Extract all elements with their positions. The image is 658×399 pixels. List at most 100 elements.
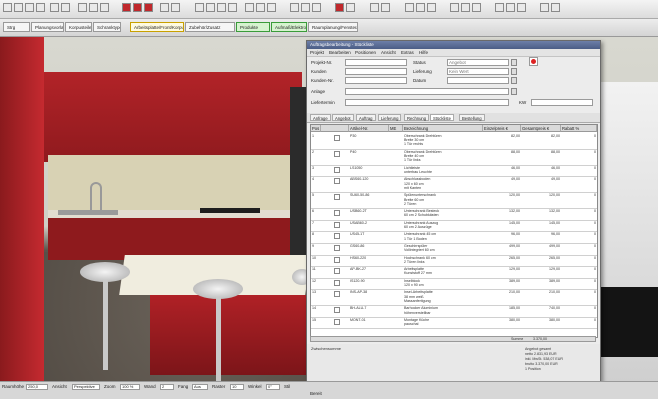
- menu-bearbeiten[interactable]: Bearbeiten: [329, 49, 351, 56]
- anlage-browse-button[interactable]: [511, 88, 517, 95]
- calc-icon[interactable]: [506, 3, 515, 12]
- tab-lieferung[interactable]: Lieferung: [378, 114, 402, 121]
- status-raumhoehe-value[interactable]: 250,0: [26, 384, 48, 390]
- row-checkbox[interactable]: [334, 233, 340, 240]
- material-icon[interactable]: [335, 3, 344, 12]
- table-row[interactable]: 1 P30 Oberschrank Drehtüren Breite 30 cm 1…: [311, 133, 597, 150]
- cabinet-red-icon[interactable]: [122, 3, 131, 12]
- open-file-icon[interactable]: [14, 3, 23, 12]
- menu-ansicht[interactable]: Ansicht: [381, 49, 396, 56]
- tab-angebot[interactable]: Angebot: [332, 114, 354, 121]
- col-einzelpreis[interactable]: Einzelpreis €: [483, 125, 521, 132]
- status-zoom-value[interactable]: 100 %: [120, 384, 140, 390]
- undo-icon[interactable]: [50, 3, 59, 12]
- datum-picker-button[interactable]: [511, 77, 517, 84]
- cabinet-red-2-icon[interactable]: [133, 3, 142, 12]
- tab-bestellung[interactable]: Bestellung: [459, 114, 485, 121]
- tab-zubehoer[interactable]: Zubehör/Zusatz: [185, 22, 235, 32]
- tab-produkte[interactable]: Produkte: [236, 22, 270, 32]
- table-row[interactable]: 2 P40 Oberschrank Drehtüren Breite 40 cm 1…: [311, 149, 597, 166]
- measure-icon[interactable]: [370, 3, 379, 12]
- tab-arbeitsplatte[interactable]: Arbeitsplatte/Front/Korpus: [130, 22, 184, 32]
- order-icon[interactable]: [517, 3, 526, 12]
- tab-anfrage[interactable]: Anfrage: [310, 114, 331, 121]
- tab-stueckliste[interactable]: Stückliste: [430, 114, 454, 121]
- menu-extras[interactable]: Extras: [401, 49, 414, 56]
- table-row[interactable]: 4 ABS60-120 Abschlussboden 120 x 60 cm mit…: [311, 176, 597, 194]
- snap-icon[interactable]: [171, 3, 180, 12]
- delete-icon[interactable]: [529, 57, 538, 66]
- liefertermin-field[interactable]: [345, 99, 509, 106]
- zoom-icon[interactable]: [195, 3, 204, 12]
- col-me[interactable]: ME: [389, 125, 403, 132]
- view-front-icon[interactable]: [301, 3, 310, 12]
- tab-aufmass[interactable]: Aufmaß/Elektro: [271, 22, 307, 32]
- col-check[interactable]: [321, 125, 349, 132]
- door-icon[interactable]: [416, 3, 425, 12]
- row-checkbox[interactable]: [334, 318, 340, 325]
- status-winkel-value[interactable]: 0°: [266, 384, 280, 390]
- rotate-icon[interactable]: [100, 3, 109, 12]
- window-icon[interactable]: [427, 3, 436, 12]
- kundennr-field[interactable]: [345, 77, 407, 84]
- table-row[interactable]: 5 SU60-50-86 Spülenunterschrank Breite 60 …: [311, 192, 597, 210]
- cabinet-red-3-icon[interactable]: [144, 3, 153, 12]
- help-icon[interactable]: [551, 3, 560, 12]
- texture-icon[interactable]: [346, 3, 355, 12]
- lieferung-dropdown-button[interactable]: [511, 68, 517, 75]
- tab-schranktypen[interactable]: Schranktypen: [93, 22, 121, 32]
- tab-strg[interactable]: Strg: [3, 22, 30, 32]
- row-checkbox[interactable]: [334, 291, 340, 298]
- row-checkbox[interactable]: [334, 210, 340, 217]
- list-icon[interactable]: [495, 3, 504, 12]
- view-side-icon[interactable]: [312, 3, 321, 12]
- zoom-out-icon[interactable]: [217, 3, 226, 12]
- row-checkbox[interactable]: [334, 256, 340, 263]
- tab-auftrag[interactable]: Auftrag: [356, 114, 376, 121]
- print-icon[interactable]: [36, 3, 45, 12]
- photo-icon[interactable]: [461, 3, 470, 12]
- status-raster-value[interactable]: 10: [230, 384, 244, 390]
- menu-positionen[interactable]: Positionen: [355, 49, 376, 56]
- row-checkbox[interactable]: [334, 221, 340, 228]
- grid-icon[interactable]: [160, 3, 169, 12]
- new-file-icon[interactable]: [3, 3, 12, 12]
- row-checkbox[interactable]: [334, 279, 340, 286]
- row-checkbox[interactable]: [334, 307, 340, 314]
- status-ansicht-value[interactable]: Perspektive: [72, 384, 100, 390]
- row-checkbox[interactable]: [334, 150, 340, 157]
- status-dropdown-button[interactable]: [511, 59, 517, 66]
- row-checkbox[interactable]: [334, 194, 340, 201]
- lieferung-field[interactable]: Kein Wert: [447, 68, 509, 75]
- col-artikel[interactable]: Artikel-Nr.: [349, 125, 389, 132]
- zoom-in-icon[interactable]: [206, 3, 215, 12]
- table-row[interactable]: 13 INS-AP-38 Insel-Arbeitsplatte 38 mm wei…: [311, 289, 597, 307]
- projekt-nr-field[interactable]: [345, 59, 407, 66]
- tab-planungsvorlagen[interactable]: Planungsvorlagen: [31, 22, 64, 32]
- video-icon[interactable]: [472, 3, 481, 12]
- redo-icon[interactable]: [61, 3, 70, 12]
- tab-raumplanung[interactable]: Raumplanung/Fenster/Türen: [308, 22, 358, 32]
- dimension-icon[interactable]: [381, 3, 390, 12]
- status-fang-value[interactable]: Aus: [192, 384, 208, 390]
- select-icon[interactable]: [78, 3, 87, 12]
- wall-icon[interactable]: [405, 3, 414, 12]
- row-checkbox[interactable]: [334, 178, 340, 185]
- settings-icon[interactable]: [540, 3, 549, 12]
- menu-hilfe[interactable]: Hilfe: [419, 49, 428, 56]
- col-pos[interactable]: Pos: [311, 125, 321, 132]
- kunden-field[interactable]: [345, 68, 407, 75]
- datum-field[interactable]: [447, 77, 509, 84]
- pan-icon[interactable]: [228, 3, 237, 12]
- status-field[interactable]: Angebot: [447, 59, 509, 66]
- menu-projekt[interactable]: Projekt: [310, 49, 324, 56]
- tab-rechnung[interactable]: Rechnung: [404, 114, 430, 121]
- camera-icon[interactable]: [256, 3, 265, 12]
- kw-field[interactable]: [531, 99, 593, 106]
- row-checkbox[interactable]: [334, 135, 340, 141]
- row-checkbox[interactable]: [334, 245, 340, 251]
- save-icon[interactable]: [25, 3, 34, 12]
- col-gesamtpreis[interactable]: Gesamtpreis €: [521, 125, 561, 132]
- move-icon[interactable]: [89, 3, 98, 12]
- anlage-field[interactable]: [345, 88, 509, 95]
